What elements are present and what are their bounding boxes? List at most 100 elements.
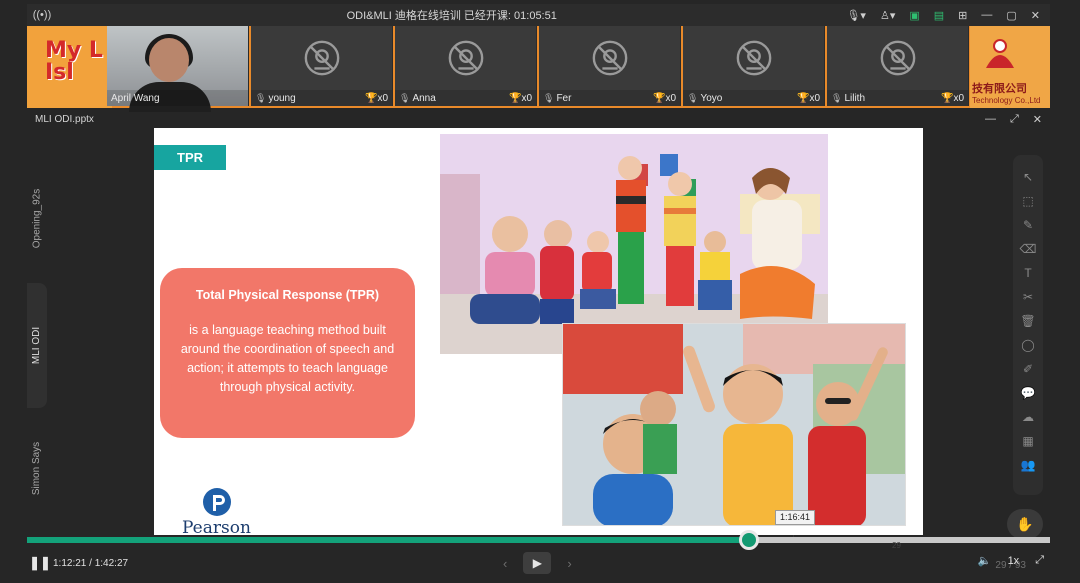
company-name-en: Technology Co.,Ltd xyxy=(972,96,1041,105)
participant-name: young xyxy=(268,92,296,104)
expand-icon[interactable]: ⤢ xyxy=(1010,113,1019,126)
edit-icon[interactable]: ✐ xyxy=(1021,361,1035,377)
mic-muted-icon: 🎙 xyxy=(831,92,843,103)
video-strip: My L Isl April Wang 🎙 young 🏆x0 🎙 Anna 🏆x0 xyxy=(27,26,1050,112)
participant-name: April Wang xyxy=(111,92,160,104)
share-screen-icon[interactable]: ▣ xyxy=(909,9,919,22)
close-icon[interactable]: ✕ xyxy=(1033,113,1042,126)
tab-simon-says[interactable]: Simon Says xyxy=(27,428,47,508)
maximize-icon[interactable]: ▢ xyxy=(1006,9,1016,22)
trash-icon[interactable]: 🗑 xyxy=(1020,313,1035,329)
select-area-icon[interactable]: ⬚ xyxy=(1021,193,1035,209)
total-time: 1:42:27 xyxy=(94,557,129,569)
pause-button[interactable]: ❚❚ xyxy=(27,555,53,571)
trophy-icon: 🏆 xyxy=(796,92,810,104)
current-time: 1:12:21 xyxy=(53,557,87,569)
company-emblem-icon xyxy=(986,39,1014,68)
next-slide-icon[interactable]: › xyxy=(567,556,571,571)
mic-muted-icon: 🎙 xyxy=(687,92,699,103)
participant-name-bar: 🎙 Lilith 🏆x0 xyxy=(827,90,968,106)
definition-callout: Total Physical Response (TPR) is a langu… xyxy=(160,268,415,438)
students-photo xyxy=(562,323,906,526)
close-icon[interactable]: ✕ xyxy=(1031,9,1040,22)
scissors-icon[interactable]: ✂ xyxy=(1021,289,1035,305)
participant-name-bar: 🎙 Anna 🏆x0 xyxy=(395,90,536,106)
pointer-icon[interactable]: ↖ xyxy=(1021,169,1035,185)
participant-name: Fer xyxy=(556,92,572,104)
document-controls: — ⤢ ✕ xyxy=(985,113,1042,126)
document-filename: MLI ODI.pptx xyxy=(35,113,94,125)
camera-off-icon xyxy=(448,40,483,76)
progress-handle[interactable] xyxy=(739,530,759,550)
slide-navigation: ‹ ▶ › xyxy=(503,552,572,574)
pearson-wordmark: Pearson xyxy=(182,518,251,535)
pearson-logo: Pearson xyxy=(180,485,260,535)
users-icon[interactable]: 👥 xyxy=(1021,457,1036,473)
fullscreen-icon[interactable]: ⤢ xyxy=(1035,554,1044,567)
video-tile-student[interactable]: 🎙 young 🏆x0 xyxy=(251,26,393,106)
participant-name-bar: 🎙 Fer 🏆x0 xyxy=(539,90,680,106)
participant-name: Anna xyxy=(412,92,436,104)
speaker-icon[interactable]: ♙▾ xyxy=(880,9,895,22)
tab-mli-odi[interactable]: MLI ODI xyxy=(27,283,47,408)
window-controls: 🎙▾ ♙▾ ▣ ▤ ⊞ — ▢ ✕ xyxy=(846,9,1050,22)
layout-grid-icon[interactable]: ⊞ xyxy=(958,9,967,22)
raise-hand-icon[interactable]: ✋ xyxy=(1007,509,1043,539)
company-name: 技有限公司 xyxy=(972,83,1027,95)
shape-icon[interactable]: ◯ xyxy=(1021,337,1035,353)
previous-slide-icon[interactable]: ‹ xyxy=(503,556,507,571)
title-bar: ((•)) ODI&MLI 迪格在线培训 已经开课: 01:05:51 🎙▾ ♙… xyxy=(27,4,1050,26)
microphone-icon[interactable]: 🎙▾ xyxy=(846,9,866,22)
trophy-icon: 🏆 xyxy=(940,92,954,104)
classroom-app: ((•)) ODI&MLI 迪格在线培训 已经开课: 01:05:51 🎙▾ ♙… xyxy=(0,0,1080,583)
playback-speed[interactable]: 1x xyxy=(1008,555,1020,567)
minimize-icon[interactable]: — xyxy=(985,113,996,126)
document-header: MLI ODI.pptx — ⤢ ✕ xyxy=(27,110,1050,128)
tab-label: MLI ODI xyxy=(31,326,43,365)
volume-icon[interactable]: 🔈 xyxy=(978,554,992,567)
broadcast-icon[interactable]: ((•)) xyxy=(27,9,57,21)
tab-label: Simon Says xyxy=(31,441,43,495)
window-title: ODI&MLI 迪格在线培训 已经开课: 01:05:51 xyxy=(346,10,557,22)
progress-fill xyxy=(27,537,749,543)
eraser-icon[interactable]: ⌫ xyxy=(1020,241,1037,257)
camera-off-icon xyxy=(736,40,771,76)
avatar-face xyxy=(149,38,189,82)
trophy-icon: 🏆 xyxy=(652,92,666,104)
cloud-icon[interactable]: ☁ xyxy=(1021,409,1035,425)
courseware-tabs: Opening_92s MLI ODI Simon Says xyxy=(27,128,47,528)
pearson-emblem-icon xyxy=(203,488,231,516)
video-tile-student[interactable]: 🎙 Fer 🏆x0 xyxy=(539,26,681,106)
participant-name-bar: 🎙 Yoyo 🏆x0 xyxy=(683,90,824,106)
video-tile-student[interactable]: 🎙 Lilith 🏆x0 xyxy=(827,26,969,106)
tab-opening[interactable]: Opening_92s xyxy=(27,168,47,268)
mic-muted-icon: 🎙 xyxy=(399,92,411,103)
mic-muted-icon: 🎙 xyxy=(255,92,267,103)
participant-name-bar: 🎙 young 🏆x0 xyxy=(251,90,392,106)
trophy-count: x0 xyxy=(377,92,388,104)
comment-icon[interactable]: 💬 xyxy=(1021,385,1036,401)
trophy-icon: 🏆 xyxy=(508,92,522,104)
camera-off-icon xyxy=(592,40,627,76)
chat-icon[interactable]: ▤ xyxy=(934,9,944,22)
annotation-toolbar: ↖ ⬚ ✎ ⌫ T ✂ 🗑 ◯ ✐ 💬 ☁ ▦ 👥 xyxy=(1013,155,1043,495)
trophy-count: x0 xyxy=(665,92,676,104)
slide-tag: TPR xyxy=(154,145,226,170)
play-slide-button[interactable]: ▶ xyxy=(523,552,552,574)
time-separator: / xyxy=(86,557,95,569)
callout-body: is a language teaching method built arou… xyxy=(180,323,395,394)
school-logo: My L Isl xyxy=(27,26,112,108)
callout-title: Total Physical Response (TPR) xyxy=(195,288,380,302)
toolbox-icon[interactable]: ▦ xyxy=(1021,433,1035,449)
trophy-count: x0 xyxy=(521,92,532,104)
video-tile-student[interactable]: 🎙 Anna 🏆x0 xyxy=(395,26,537,106)
pen-icon[interactable]: ✎ xyxy=(1021,217,1035,233)
camera-off-icon xyxy=(880,40,915,76)
minimize-icon[interactable]: — xyxy=(981,9,992,21)
participant-name: Yoyo xyxy=(700,92,723,104)
video-tile-student[interactable]: 🎙 Yoyo 🏆x0 xyxy=(683,26,825,106)
hover-time-tooltip: 1:16:41 xyxy=(775,510,816,525)
text-icon[interactable]: T xyxy=(1021,265,1035,281)
company-logo: 技有限公司 Technology Co.,Ltd xyxy=(970,26,1050,108)
video-tile-teacher[interactable]: April Wang xyxy=(107,26,249,112)
